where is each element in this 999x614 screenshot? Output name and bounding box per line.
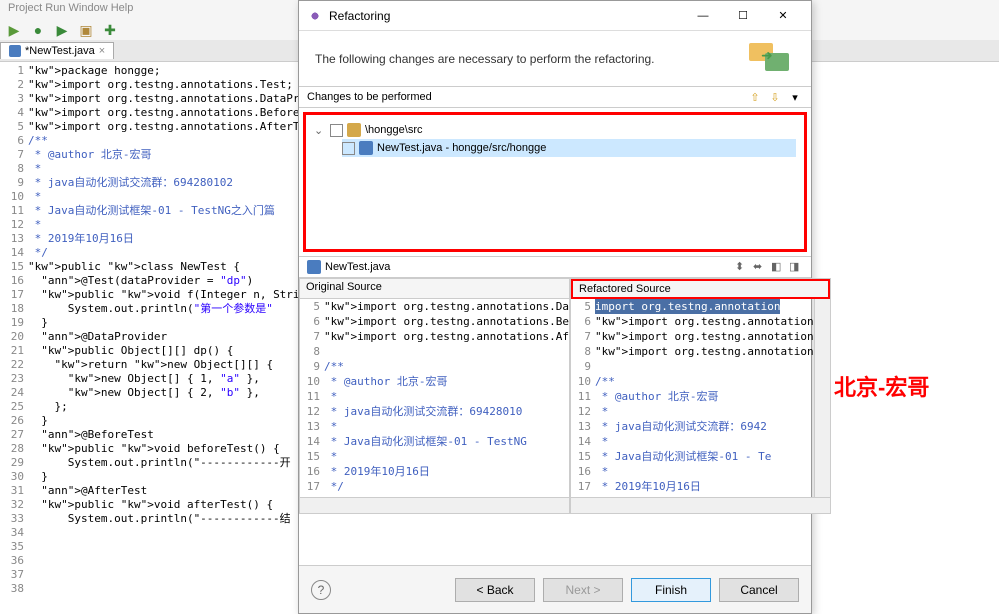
compare-file-header: NewTest.java ⬍ ⬌ ◧ ◨ (299, 256, 811, 278)
checkbox[interactable] (342, 142, 355, 155)
line-gutter: 1234567891011121314151617181920212223242… (0, 62, 28, 614)
compare-area: Original Source 567891011121314151617181… (299, 278, 811, 514)
next-change-button[interactable]: ⇩ (767, 89, 783, 105)
scrollbar-h[interactable] (571, 497, 830, 513)
changes-label: Changes to be performed (307, 91, 747, 103)
refactored-header: Refactored Source (571, 279, 830, 299)
next-button: Next > (543, 578, 623, 602)
finish-button[interactable]: Finish (631, 578, 711, 602)
watermark-text: 北京-宏哥 (834, 370, 929, 402)
original-pane: Original Source 567891011121314151617181… (299, 278, 570, 514)
code-content[interactable]: "kw">package hongge;"kw">import org.test… (28, 62, 298, 614)
close-button[interactable]: ✕ (763, 2, 803, 30)
changes-tree[interactable]: ⌄ \hongge\src NewTest.java - hongge/src/… (303, 112, 807, 252)
back-button[interactable]: < Back (455, 578, 535, 602)
refactor-icon: ➜ (747, 41, 795, 77)
original-code[interactable]: 5678910111213141516171819 "kw">import or… (300, 299, 569, 497)
prev-change-button[interactable]: ⇧ (747, 89, 763, 105)
changes-header: Changes to be performed ⇧ ⇩ ▾ (299, 86, 811, 108)
tab-label: *NewTest.java (25, 45, 95, 57)
toolbar: ▶ ● ▶ ▣ ✚ (2, 18, 122, 42)
compare-icon1[interactable]: ⬍ (735, 260, 749, 274)
compare-icon4[interactable]: ◨ (789, 260, 803, 274)
editor-area[interactable]: 1234567891011121314151617181920212223242… (0, 62, 298, 614)
eclipse-icon (307, 8, 323, 24)
debug-icon[interactable]: ▶ (4, 20, 24, 40)
tab-close-icon[interactable]: × (99, 45, 105, 57)
refactored-pane: Refactored Source 5678910111213141516171… (570, 278, 831, 514)
refactored-code[interactable]: 5678910111213141516171819 import org.tes… (571, 299, 830, 497)
dialog-header: The following changes are necessary to p… (299, 31, 811, 86)
right-editor-panel: 北京-宏哥 (812, 62, 999, 614)
new-icon[interactable]: ✚ (100, 20, 120, 40)
filter-button[interactable]: ▾ (787, 89, 803, 105)
editor-tab[interactable]: *NewTest.java × (0, 42, 114, 59)
expand-icon[interactable]: ⌄ (314, 124, 326, 137)
dialog-footer: ? < Back Next > Finish Cancel (299, 565, 811, 613)
refactoring-dialog: Refactoring — ☐ ✕ The following changes … (298, 0, 812, 614)
scrollbar-h[interactable] (300, 497, 569, 513)
run-icon[interactable]: ● (28, 20, 48, 40)
top-menu-partial: Project Run Window Help (0, 0, 141, 18)
java-file-icon (9, 45, 21, 57)
tree-label: \hongge\src (365, 124, 422, 136)
scrollbar-v[interactable] (814, 299, 830, 497)
java-file-icon (307, 260, 321, 274)
tree-label: NewTest.java - hongge/src/hongge (377, 142, 546, 154)
java-file-icon (359, 141, 373, 155)
run2-icon[interactable]: ▶ (52, 20, 72, 40)
compare-icon3[interactable]: ◧ (771, 260, 785, 274)
minimize-button[interactable]: — (683, 2, 723, 30)
compare-icon2[interactable]: ⬌ (753, 260, 767, 274)
package-icon[interactable]: ▣ (76, 20, 96, 40)
tree-node-package[interactable]: ⌄ \hongge\src (314, 121, 796, 139)
dialog-titlebar[interactable]: Refactoring — ☐ ✕ (299, 1, 811, 31)
package-icon (347, 123, 361, 137)
original-header: Original Source (300, 279, 569, 299)
maximize-button[interactable]: ☐ (723, 2, 763, 30)
cancel-button[interactable]: Cancel (719, 578, 799, 602)
dialog-message: The following changes are necessary to p… (315, 52, 747, 66)
dialog-title: Refactoring (329, 9, 683, 23)
tree-node-file[interactable]: NewTest.java - hongge/src/hongge (342, 139, 796, 157)
file-name: NewTest.java (325, 261, 390, 273)
checkbox[interactable] (330, 124, 343, 137)
help-button[interactable]: ? (311, 580, 331, 600)
